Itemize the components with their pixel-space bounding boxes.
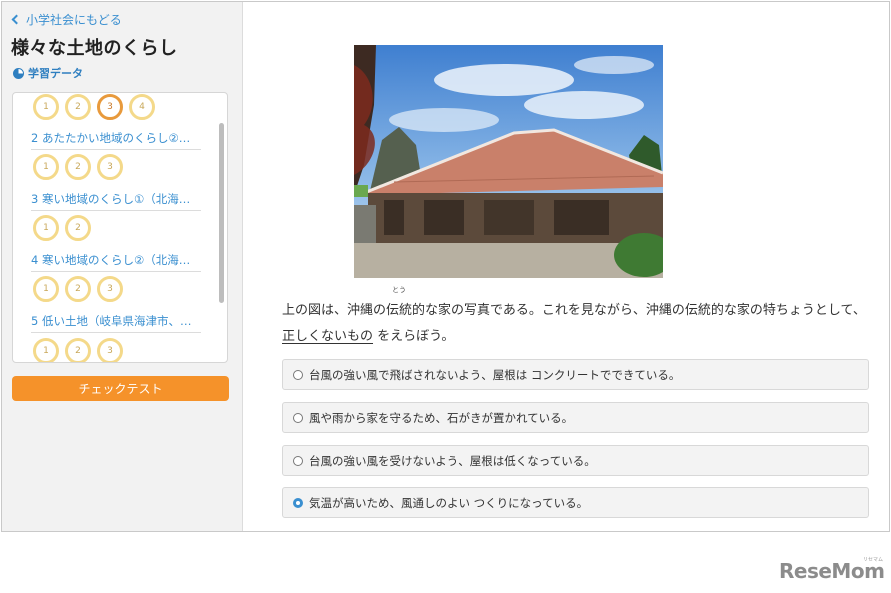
back-link-label: 小学社会にもどる xyxy=(26,13,122,27)
pie-chart-icon xyxy=(13,67,24,79)
radio-button-selected[interactable] xyxy=(293,497,303,508)
ruby-reading: とう xyxy=(392,286,407,294)
answer-option-label: 気温が高いため、風通しのよい つくりになっている。 xyxy=(309,495,589,510)
unit-list[interactable]: 1 2 3 4 2 あたたかい地域のくらし②… 1 2 3 3 寒い地域のくらし… xyxy=(12,92,228,363)
level-row: 1 2 xyxy=(33,215,91,241)
house-photo-illustration xyxy=(354,45,663,278)
unit-link[interactable]: 4 寒い地域のくらし②（北海… xyxy=(31,252,201,272)
level-button[interactable]: 1 xyxy=(33,94,59,120)
learning-data-link[interactable]: 学習データ xyxy=(13,65,83,81)
question-part: 的な家の写真である。これを見ながら、沖縄の伝統的な家の特ちょうとして、 xyxy=(412,303,866,318)
level-row-top: 1 2 3 4 xyxy=(33,94,155,120)
back-link[interactable]: 小学社会にもどる xyxy=(11,11,122,28)
level-button[interactable]: 1 xyxy=(33,215,59,241)
level-button[interactable]: 4 xyxy=(129,94,155,120)
unit-link[interactable]: 2 あたたかい地域のくらし②… xyxy=(31,130,201,150)
level-button[interactable]: 2 xyxy=(65,215,91,241)
check-test-button[interactable]: チェックテスト xyxy=(12,376,229,401)
answer-option-selected[interactable]: 気温が高いため、風通しのよい つくりになっている。 xyxy=(282,487,869,518)
answer-option[interactable]: 台風の強い風で飛ばされないよう、屋根は コンクリートでできている。 xyxy=(282,359,869,390)
level-button[interactable]: 2 xyxy=(65,154,91,180)
level-button[interactable]: 1 xyxy=(33,338,59,362)
radio-button[interactable] xyxy=(293,412,303,423)
level-button[interactable]: 2 xyxy=(65,338,91,362)
level-row: 1 2 3 xyxy=(33,154,123,180)
page-title: 様々な土地のくらし xyxy=(11,38,178,59)
level-button[interactable]: 3 xyxy=(97,338,123,362)
answer-option[interactable]: 風や雨から家を守るため、石がきが置かれている。 xyxy=(282,402,869,433)
answer-option-label: 風や雨から家を守るため、石がきが置かれている。 xyxy=(309,410,574,425)
ruby-word: とう 伝統 xyxy=(386,286,413,324)
level-button[interactable]: 1 xyxy=(33,276,59,302)
unit-link[interactable]: 5 低い土地（岐阜県海津市、… xyxy=(31,313,201,333)
ruby-base: 伝統 xyxy=(386,303,413,318)
level-button[interactable]: 2 xyxy=(65,276,91,302)
okinawa-house-photo xyxy=(354,45,663,278)
chevron-left-icon xyxy=(11,14,22,25)
question-part: 上の図は、沖縄の xyxy=(282,303,387,318)
answer-option-label: 台風の強い風で飛ばされないよう、屋根は コンクリートでできている。 xyxy=(309,367,681,382)
scrollbar[interactable] xyxy=(219,123,224,303)
question-part: をえらぼう。 xyxy=(377,329,455,344)
level-button-active[interactable]: 3 xyxy=(97,94,123,120)
resemom-logo-ruby: リセマム xyxy=(863,557,884,563)
level-button[interactable]: 3 xyxy=(97,154,123,180)
answer-option-label: 台風の強い風を受けないよう、屋根は低くなっている。 xyxy=(309,453,596,468)
level-button[interactable]: 2 xyxy=(65,94,91,120)
question-text: 上の図は、沖縄の とう 伝統的な家の写真である。これを見ながら、沖縄の伝統的な家の特… xyxy=(282,286,872,350)
level-button[interactable]: 3 xyxy=(97,276,123,302)
question-emphasis: 正しくないもの xyxy=(282,329,374,344)
main-content: 上の図は、沖縄の とう 伝統的な家の写真である。これを見ながら、沖縄の伝統的な家の特… xyxy=(244,2,890,531)
answer-option[interactable]: 台風の強い風を受けないよう、屋根は低くなっている。 xyxy=(282,445,869,476)
radio-button[interactable] xyxy=(293,455,303,466)
unit-link[interactable]: 3 寒い地域のくらし①（北海… xyxy=(31,191,201,211)
radio-button[interactable] xyxy=(293,369,303,380)
level-row: 1 2 3 xyxy=(33,276,123,302)
level-row: 1 2 3 xyxy=(33,338,123,362)
app-frame: 小学社会にもどる 様々な土地のくらし 学習データ 1 2 3 4 2 あたたかい… xyxy=(1,1,890,532)
sidebar: 小学社会にもどる 様々な土地のくらし 学習データ 1 2 3 4 2 あたたかい… xyxy=(2,2,243,531)
level-button[interactable]: 1 xyxy=(33,154,59,180)
learning-data-label: 学習データ xyxy=(28,67,83,80)
